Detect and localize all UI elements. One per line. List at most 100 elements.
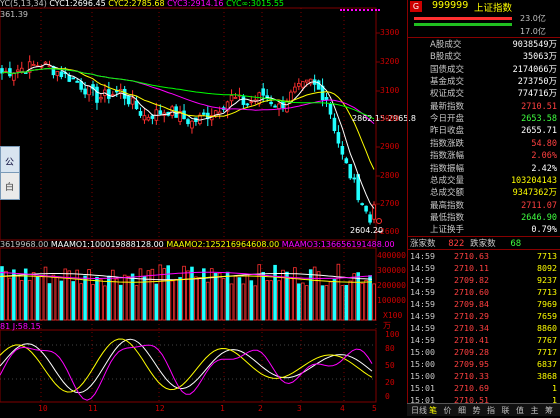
- tick-row[interactable]: 14:59 2710.41 7767: [408, 334, 560, 347]
- stat-value: 9347362万: [512, 188, 557, 199]
- kdj-panel-frame: [0, 329, 377, 403]
- candle-body: [71, 77, 76, 80]
- candle-body: [336, 132, 341, 144]
- tick-row[interactable]: 15:00 2709.28 7717: [408, 346, 560, 359]
- code-badge: G: [410, 1, 422, 12]
- candle-body: [186, 119, 190, 125]
- volume-bar: [150, 268, 155, 321]
- tick-volume: 1: [552, 383, 557, 393]
- candle-body: [324, 96, 329, 101]
- tab-4[interactable]: 势: [473, 405, 481, 416]
- volume-bar: [158, 264, 163, 321]
- stat-label: 基金成交: [430, 77, 465, 88]
- tick-price: 2709.84: [454, 299, 489, 309]
- mini-value: 23.0亿: [520, 14, 546, 23]
- candle-body: [138, 111, 143, 116]
- tick-volume: 7713: [537, 251, 557, 261]
- maamo1-value: MAAMO1:100019888128.00: [50, 240, 164, 249]
- candle-body: [348, 164, 353, 179]
- tick-time: 14:59: [410, 311, 435, 321]
- tick-price: 2710.41: [454, 335, 489, 345]
- candle-body: [245, 103, 250, 106]
- stat-value: 0.79%: [531, 225, 557, 236]
- tab-6[interactable]: 联: [502, 405, 510, 416]
- y-tick: 2800: [380, 171, 400, 180]
- tick-row[interactable]: 15:00 2710.33 3868: [408, 370, 560, 383]
- popup-window-fragment-2[interactable]: 白: [0, 172, 20, 200]
- tab-3[interactable]: 细: [458, 405, 466, 416]
- tick-price: 2709.82: [454, 275, 489, 285]
- tick-row[interactable]: 15:00 2709.95 6837: [408, 358, 560, 371]
- volume-bar: [95, 276, 99, 321]
- updown-row: 涨家数 822 跌家数 68: [410, 237, 521, 249]
- candle-body: [233, 97, 238, 99]
- bottom-tab-bar[interactable]: 日线笔价细势指联值主筹: [407, 403, 560, 416]
- stat-label: 今日开盘: [430, 114, 465, 125]
- tick-row[interactable]: 14:59 2710.34 8860: [408, 322, 560, 335]
- mini-value-2: 17.0亿: [520, 27, 546, 36]
- stat-label: 国债成交: [430, 64, 465, 75]
- candle-body: [293, 86, 297, 93]
- kline-chart-svg[interactable]: [0, 0, 407, 415]
- tick-time: 15:01: [410, 383, 435, 393]
- volume-bar: [241, 283, 246, 321]
- candle-body: [332, 117, 337, 132]
- tab-9[interactable]: 筹: [545, 405, 553, 416]
- popup-window-fragment[interactable]: 公: [0, 146, 20, 174]
- stat-value: 2646.90: [521, 212, 557, 223]
- candle-body: [249, 101, 254, 104]
- volume-bar: [352, 273, 357, 321]
- vol-tick: 100000: [377, 296, 406, 305]
- volume-bar: [178, 277, 182, 321]
- tick-row[interactable]: 14:59 2710.29 7659: [408, 310, 560, 323]
- low-marker: [376, 218, 382, 224]
- candle-body: [59, 71, 64, 78]
- tick-row[interactable]: 15:01 2710.69 1: [408, 382, 560, 395]
- y-tick: 3200: [380, 57, 400, 66]
- tick-time: 14:59: [410, 263, 435, 273]
- y-tick: 2900: [380, 142, 400, 151]
- tick-time: 14:59: [410, 335, 435, 345]
- y-tick: 3100: [380, 86, 400, 95]
- candle-body: [23, 72, 28, 74]
- candle-body: [300, 81, 305, 88]
- tick-row[interactable]: 14:59 2709.82 9237: [408, 274, 560, 287]
- candle-body: [12, 72, 16, 81]
- quote-stat-row: B股成交 35063万: [408, 51, 560, 64]
- candle-body: [75, 80, 79, 83]
- candle-body: [257, 92, 262, 105]
- candle-body: [368, 214, 372, 223]
- chart-area[interactable]: YC(5,13,34) CYC1:2696.45 CYC2:2785.68 CY…: [0, 0, 416, 415]
- volume-bar: [213, 273, 218, 321]
- tick-volume: 3868: [537, 371, 557, 381]
- volume-bar: [209, 268, 214, 321]
- volume-bar: [332, 279, 337, 321]
- tab-2[interactable]: 价: [444, 405, 452, 416]
- stat-label: 总成交额: [430, 188, 465, 199]
- volume-bar: [0, 266, 4, 321]
- tick-price: 2710.29: [454, 311, 489, 321]
- tab-0[interactable]: 日线: [411, 405, 427, 416]
- vol-tick: 400000: [377, 251, 406, 260]
- tab-1[interactable]: 笔: [429, 405, 437, 416]
- volume-bar: [245, 274, 250, 321]
- popup-text-2: 白: [5, 183, 15, 193]
- tick-row[interactable]: 14:59 2710.60 7713: [408, 286, 560, 299]
- tab-7[interactable]: 值: [516, 405, 524, 416]
- tab-8[interactable]: 主: [531, 405, 539, 416]
- candle-body: [285, 101, 289, 113]
- price-top-value: 361.39: [0, 10, 28, 19]
- cyc3-value: CYC3:2914.16: [167, 0, 224, 8]
- volume-bar: [4, 270, 8, 321]
- kdj-tick: 80: [385, 344, 395, 353]
- stat-value: 2710.51: [521, 101, 557, 112]
- tick-row[interactable]: 14:59 2710.11 8092: [408, 262, 560, 275]
- tick-volume: 7767: [537, 335, 557, 345]
- tick-row[interactable]: 14:59 2710.63 7713: [408, 250, 560, 263]
- stat-value: 774716万: [517, 89, 557, 100]
- kdj-line-1: [0, 338, 373, 393]
- tab-5[interactable]: 指: [487, 405, 495, 416]
- volume-bar: [43, 266, 48, 321]
- candle-body: [158, 110, 163, 115]
- tick-row[interactable]: 14:59 2709.84 7969: [408, 298, 560, 311]
